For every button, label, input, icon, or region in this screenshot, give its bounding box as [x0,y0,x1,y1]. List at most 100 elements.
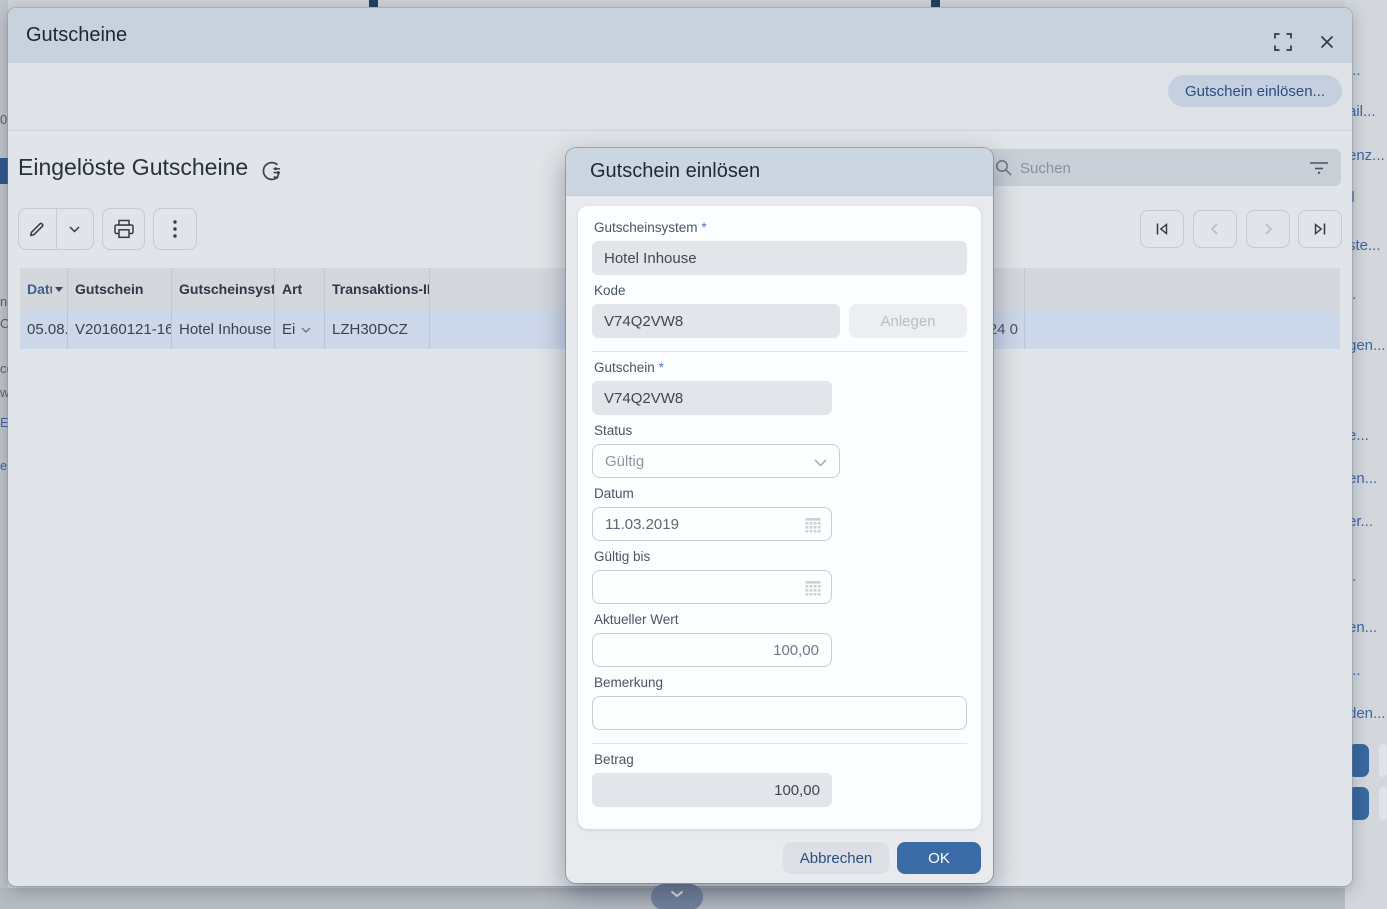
cell-gutschein[interactable]: V20160121-16 [68,310,172,349]
print-button[interactable] [102,208,145,250]
background-text-fragment: ce [0,361,8,376]
calendar-icon[interactable] [803,578,823,598]
sort-descending-caret [55,287,63,292]
cell-art-value: Ei [282,321,295,338]
background-artifact [369,0,378,7]
next-page-button[interactable] [1246,210,1290,248]
column-header-gutscheinsystem[interactable]: Gutscheinsystem [172,268,275,310]
background-text-fragment: e [0,458,7,473]
pencil-icon [27,219,47,239]
cell-datum[interactable]: 05.08. [20,310,68,349]
field-label: Kode [594,283,965,299]
next-page-icon [1259,220,1277,238]
datum-value: 11.03.2019 [605,516,679,533]
background-text-fragment: w [0,385,8,400]
first-page-icon [1153,220,1171,238]
filter-icon[interactable] [1308,160,1330,175]
calendar-icon[interactable] [803,515,823,535]
field-gueltig-bis: Gültig bis [592,549,967,604]
field-datum: Datum 11.03.2019 [592,486,967,541]
scroll-down-indicator[interactable] [651,884,703,909]
field-label: Gutscheinsystem * [594,220,965,236]
dialog-footer: Abbrechen OK [783,842,981,874]
printer-icon [113,219,135,239]
previous-page-button[interactable] [1193,210,1237,248]
field-label: Gültig bis [594,549,965,565]
chevron-down-icon [670,890,684,898]
section-title: Eingelöste Gutscheine [18,154,248,181]
field-bemerkung: Bemerkung [592,675,967,730]
cancel-button[interactable]: Abbrechen [783,842,889,874]
gutscheinsystem-input[interactable]: Hotel Inhouse [592,241,967,275]
dialog-form-card: Gutscheinsystem * Hotel Inhouse Kode V74… [578,206,981,829]
close-icon [1319,34,1335,50]
cell-empty[interactable] [1025,310,1340,349]
gueltig-bis-input[interactable] [592,570,832,604]
fullscreen-button[interactable] [1266,27,1300,57]
edit-dropdown-button[interactable] [57,209,94,249]
anlegen-button[interactable]: Anlegen [849,304,967,338]
close-button[interactable] [1310,27,1344,57]
status-select[interactable]: Gültig [592,444,840,478]
status-value: Gültig [605,453,644,470]
background-text-fragment: ail... [1348,103,1376,120]
dialog-title: Gutschein einlösen [590,148,760,195]
search-icon [994,158,1013,177]
required-marker: * [659,360,664,375]
last-page-icon [1311,220,1329,238]
column-header-gutschein[interactable]: Gutschein [68,268,172,310]
cell-transaktions-id[interactable]: LZH30DCZ [325,310,430,349]
field-kode: Kode V74Q2VW8 Anlegen [592,283,967,338]
background-text-fragment: E [0,415,8,430]
field-label: Betrag [594,752,965,768]
column-header-datum[interactable]: Datum [20,268,68,310]
redeem-voucher-dialog: Gutschein einlösen Gutscheinsystem * Hot… [566,148,993,883]
background-artifact [931,0,940,7]
kode-input[interactable]: V74Q2VW8 [592,304,840,338]
last-page-button[interactable] [1298,210,1342,248]
field-label: Bemerkung [594,675,965,691]
window-titlebar: Gutscheine [8,8,1352,63]
more-options-button[interactable] [153,208,197,250]
edit-button[interactable] [19,209,57,249]
refresh-sync-icon[interactable] [258,158,284,184]
aktueller-wert-input[interactable]: 100,00 [592,633,832,667]
kebab-menu-icon [172,218,178,240]
cell-art[interactable]: Ei [275,310,325,349]
form-divider [592,743,967,744]
previous-page-icon [1206,220,1224,238]
field-label: Status [594,423,965,439]
chevron-down-icon[interactable] [301,327,311,333]
chevron-down-icon [814,459,827,467]
first-page-button[interactable] [1140,210,1184,248]
gutschein-input[interactable]: V74Q2VW8 [592,381,832,415]
fullscreen-icon [1274,33,1292,51]
background-text-fragment: den... [1348,705,1386,722]
background-text-fragment: n [0,294,7,309]
field-label: Datum [594,486,965,502]
search-input[interactable] [1018,149,1282,188]
window-subheader: Gutschein einlösen... [8,63,1352,131]
field-label: Aktueller Wert [594,612,965,628]
background-text-fragment: 02 [0,112,8,127]
required-marker: * [701,220,706,235]
background-text-fragment: ste... [1348,237,1381,254]
redeem-voucher-button[interactable]: Gutschein einlösen... [1168,75,1342,107]
ok-button[interactable]: OK [897,842,981,874]
column-header-transaktions-id[interactable]: Transaktions-ID [325,268,430,310]
betrag-input[interactable]: 100,00 [592,773,832,807]
field-aktueller-wert: Aktueller Wert 100,00 [592,612,967,667]
datum-input[interactable]: 11.03.2019 [592,507,832,541]
edit-split-button[interactable] [18,208,94,250]
field-betrag: Betrag 100,00 [592,752,967,807]
background-selected-item-fragment [0,158,8,184]
search-box [985,149,1341,186]
field-gutscheinsystem: Gutscheinsystem * Hotel Inhouse [592,220,967,275]
background-text-fragment: O [0,316,8,331]
column-header-art[interactable]: Art [275,268,325,310]
dialog-titlebar: Gutschein einlösen [566,148,993,196]
form-divider [592,351,967,352]
cell-gutscheinsystem[interactable]: Hotel Inhouse [172,310,275,349]
background-text-fragment: en... [1348,619,1377,636]
bemerkung-input[interactable] [592,696,967,730]
